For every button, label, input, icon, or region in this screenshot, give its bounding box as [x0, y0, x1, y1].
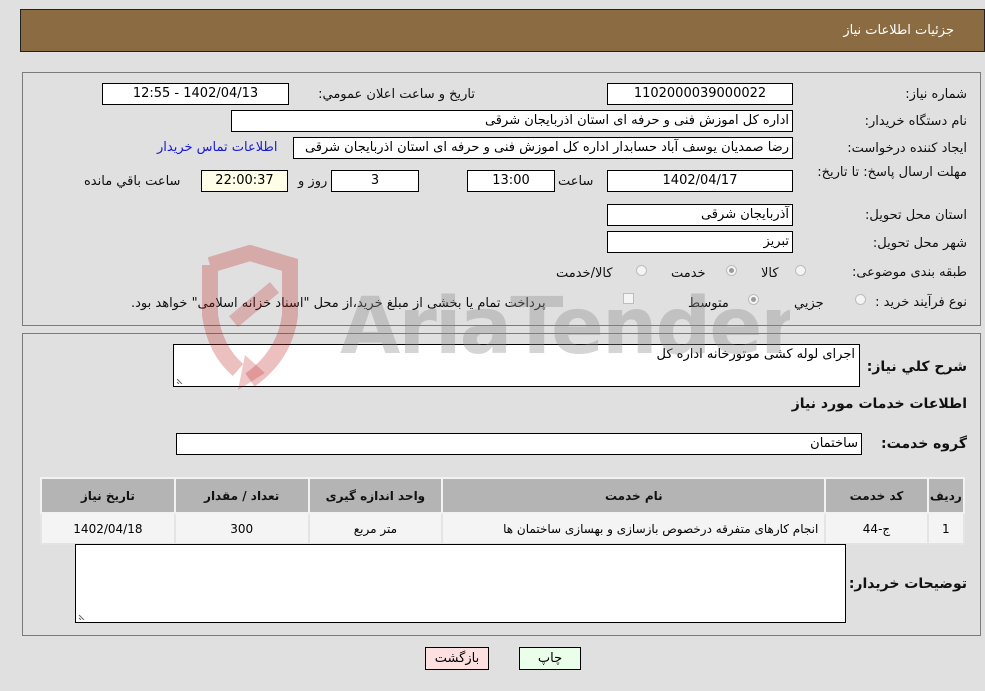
table-header-row: ردیف کد خدمت نام خدمت واحد اندازه گیری ت…	[40, 477, 966, 514]
process-radio-medium[interactable]	[748, 294, 759, 305]
deadline-time-field[interactable]: 13:00	[467, 170, 555, 192]
requester-field[interactable]: رضا صمدیان یوسف آباد حسابدار اداره کل ام…	[293, 137, 793, 159]
cell-unit: متر مربع	[307, 512, 444, 545]
city-field[interactable]: تبریز	[607, 231, 793, 253]
category-radio-goods[interactable]	[795, 265, 806, 276]
description-text: اجرای لوله کشی موتورخانه اداره کل	[656, 347, 855, 362]
resize-grip-icon[interactable]	[78, 612, 86, 620]
process-option-minor: جزيي	[794, 296, 824, 311]
buyer-org-label: نام دستگاه خريدار:	[864, 114, 967, 129]
remaining-label: ساعت باقي مانده	[84, 174, 181, 189]
page-title: جزئیات اطلاعات نیاز	[843, 23, 954, 38]
days-label: روز و	[298, 174, 328, 189]
treasury-checkbox[interactable]	[623, 293, 634, 304]
cell-need-date: 1402/04/18	[40, 512, 176, 545]
category-option-goods-service: کالا/خدمت	[556, 266, 613, 281]
time-label: ساعت	[558, 174, 594, 189]
province-field[interactable]: آذربایجان شرقی	[607, 204, 793, 226]
col-service-code: کد خدمت	[824, 477, 929, 514]
col-quantity: تعداد / مقدار	[173, 477, 310, 514]
deadline-label: مهلت ارسال پاسخ: تا تاریخ:	[817, 165, 967, 180]
process-label: نوع فرآیند خرید :	[875, 295, 967, 310]
col-service-name: نام خدمت	[441, 477, 827, 514]
process-option-medium: متوسط	[688, 296, 729, 311]
buyer-notes-textarea[interactable]	[75, 544, 846, 623]
print-button[interactable]: چاپ	[519, 647, 581, 670]
table-row: 1 ج-44 انجام کارهای متفرقه درخصوص بازساز…	[40, 512, 966, 545]
category-radio-goods-service[interactable]	[636, 265, 647, 276]
treasury-note: پرداخت تمام یا بخشی از مبلغ خرید،از محل …	[131, 296, 546, 311]
service-group-label: گروه خدمت:	[881, 436, 967, 452]
requester-label: ایجاد کننده درخواست:	[847, 141, 967, 156]
province-label: استان محل تحویل:	[865, 208, 967, 223]
deadline-date-field[interactable]: 1402/04/17	[607, 170, 793, 192]
city-label: شهر محل تحویل:	[872, 236, 967, 251]
resize-grip-icon[interactable]	[176, 376, 184, 384]
category-label: طبقه بندی موضوعی:	[851, 265, 967, 280]
need-number-label: شماره نیاز:	[905, 87, 967, 102]
process-radio-minor[interactable]	[855, 294, 866, 305]
remaining-time-field[interactable]: 22:00:37	[201, 170, 288, 192]
days-remaining-field[interactable]: 3	[331, 170, 419, 192]
category-radio-service[interactable]	[726, 265, 737, 276]
buyer-notes-label: توضیحات خریدار:	[848, 576, 967, 592]
category-option-goods: کالا	[761, 266, 779, 281]
page-header: جزئیات اطلاعات نیاز	[20, 9, 985, 52]
service-group-field[interactable]: ساختمان	[176, 433, 862, 455]
buyer-contact-link[interactable]: اطلاعات تماس خريدار	[157, 140, 277, 155]
cell-service-name: انجام کارهای متفرقه درخصوص بازسازی و بهس…	[441, 512, 827, 545]
col-row-number: ردیف	[926, 477, 966, 514]
need-number-field[interactable]: 1102000039000022	[607, 83, 793, 105]
col-need-date: تاریخ نیاز	[40, 477, 176, 514]
announce-label: تاریخ و ساعت اعلان عمومي:	[318, 87, 475, 102]
buyer-org-field[interactable]: اداره کل اموزش فنی و حرفه ای استان اذربا…	[231, 110, 793, 132]
cell-row-number: 1	[926, 512, 966, 545]
back-button[interactable]: بازگشت	[425, 647, 489, 670]
col-unit: واحد اندازه گیری	[307, 477, 444, 514]
services-table: ردیف کد خدمت نام خدمت واحد اندازه گیری ت…	[40, 477, 966, 545]
description-textarea[interactable]: اجرای لوله کشی موتورخانه اداره کل	[173, 344, 860, 387]
cell-quantity: 300	[173, 512, 310, 545]
cell-service-code: ج-44	[824, 512, 929, 545]
services-section-title: اطلاعات خدمات مورد نیاز	[791, 396, 967, 412]
category-option-service: خدمت	[671, 266, 706, 281]
announce-datetime-field[interactable]: 1402/04/13 - 12:55	[102, 83, 289, 105]
description-label: شرح کلي نیاز:	[866, 359, 967, 375]
